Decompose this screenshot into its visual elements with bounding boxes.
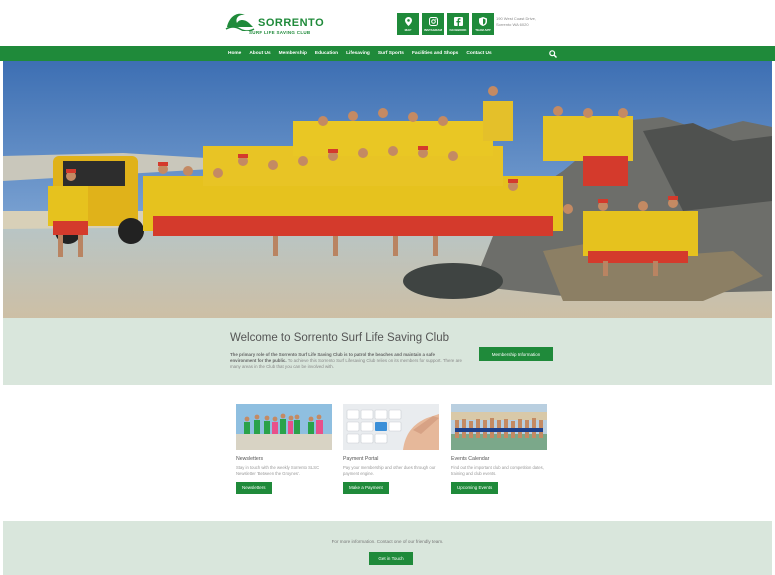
address-line: Sorrento WA 6020: [496, 21, 529, 27]
contact-text: For more information. Contact one of our…: [331, 539, 444, 544]
nav-item-about-us[interactable]: About Us: [249, 51, 270, 56]
nav-item-education[interactable]: Education: [315, 51, 338, 56]
map-pin-icon: [403, 16, 413, 26]
quick-link-label: FACEBOOK: [449, 27, 467, 32]
logo-name: SORRENTO: [258, 17, 325, 29]
hero-photo: [3, 61, 772, 318]
quick-link-facebook[interactable]: FACEBOOK: [447, 13, 469, 35]
newsletters-button[interactable]: Newsletters: [236, 481, 272, 494]
card-title: Payment Portal: [343, 456, 379, 462]
card-title: Events Calendar: [451, 456, 490, 462]
nav-item-home[interactable]: Home: [228, 51, 241, 56]
instagram-icon: [428, 16, 438, 26]
nav-item-surf-sports[interactable]: Surf Sports: [378, 51, 404, 56]
hero-image: [3, 61, 772, 318]
site-header: SORRENTO SURF LIFE SAVING CLUB MAP INSTA…: [0, 0, 775, 46]
logo-subtitle: SURF LIFE SAVING CLUB: [249, 30, 311, 35]
nav-item-contact-us[interactable]: Contact Us: [466, 51, 491, 56]
get-in-touch-button[interactable]: Get in Touch: [369, 552, 413, 565]
nav-item-facilities[interactable]: Facilities and Shops: [412, 51, 458, 56]
quick-links: MAP INSTAGRAM FACEBOOK TEAM APP: [397, 13, 494, 35]
shield-icon: [478, 16, 488, 26]
card-text: Pay your membership and other dues throu…: [343, 465, 436, 476]
quick-link-instagram[interactable]: INSTAGRAM: [422, 13, 444, 35]
welcome-section: Welcome to Sorrento Surf Life Saving Clu…: [3, 318, 772, 385]
card-payment-portal: Payment Portal Pay your membership and o…: [343, 404, 439, 494]
facebook-icon: [453, 16, 463, 26]
nav-item-membership[interactable]: Membership: [279, 51, 307, 56]
events-calendar-image: [451, 404, 547, 450]
welcome-title: Welcome to Sorrento Surf Life Saving Clu…: [230, 332, 450, 344]
quick-link-team-app[interactable]: TEAM APP: [472, 13, 494, 35]
search-icon[interactable]: [549, 50, 557, 58]
quick-link-label: TEAM APP: [475, 27, 491, 32]
main-nav: Home About Us Membership Education Lifes…: [0, 46, 775, 61]
newsletters-image: [236, 404, 332, 450]
club-logo[interactable]: SORRENTO SURF LIFE SAVING CLUB: [225, 9, 325, 37]
upcoming-events-button[interactable]: Upcoming Events: [451, 481, 499, 494]
nav-item-lifesaving[interactable]: Lifesaving: [346, 51, 370, 56]
contact-section: For more information. Contact one of our…: [3, 521, 772, 575]
quick-link-map[interactable]: MAP: [397, 13, 419, 35]
club-address: 190 West Coast Drive, Sorrento WA 6020: [496, 16, 556, 27]
card-text: Find out the important club and competit…: [451, 465, 544, 476]
make-a-payment-button[interactable]: Make a Payment: [343, 481, 389, 494]
card-events-calendar: Events Calendar Find out the important c…: [451, 404, 547, 494]
payment-portal-image: [343, 404, 439, 450]
membership-information-button[interactable]: Membership Information: [479, 347, 553, 361]
card-text: Stay in touch with the weekly Sorrento S…: [236, 465, 320, 476]
card-newsletters: Newsletters Stay in touch with the weekl…: [236, 404, 332, 494]
welcome-intro: The primary role of the Sorrento Surf Li…: [230, 352, 462, 370]
quick-link-label: MAP: [404, 27, 412, 32]
nav-menu: Home About Us Membership Education Lifes…: [228, 46, 492, 61]
wave-logo-icon: [225, 13, 255, 31]
card-title: Newsletters: [236, 456, 264, 462]
quick-link-label: INSTAGRAM: [424, 27, 442, 32]
